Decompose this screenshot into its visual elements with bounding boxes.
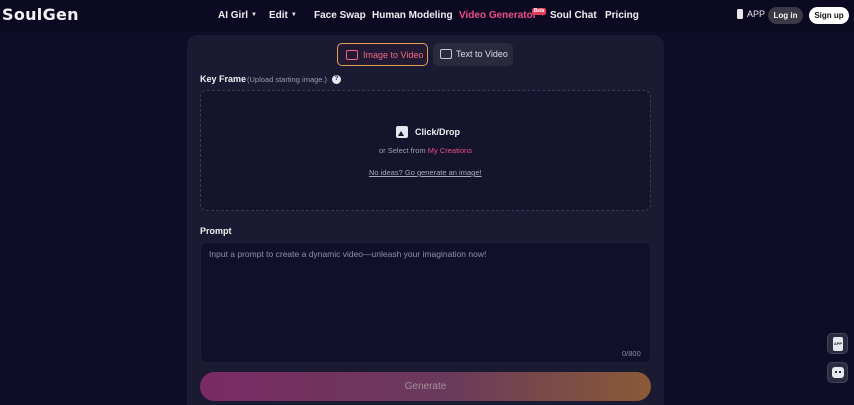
- app-phone-icon: APP: [833, 337, 843, 351]
- prompt-input[interactable]: [200, 242, 651, 363]
- chevron-down-icon: ▼: [290, 12, 297, 18]
- upload-label[interactable]: Click/Drop: [415, 127, 460, 137]
- soulgen-logo[interactable]: SoulGen: [2, 5, 79, 24]
- image-video-icon: [346, 50, 358, 60]
- tab-image-to-video[interactable]: Image to Video: [337, 43, 428, 66]
- tab-text-to-video[interactable]: Text to Video: [433, 43, 513, 66]
- phone-icon: [737, 9, 743, 19]
- floating-app-button[interactable]: APP: [827, 333, 848, 354]
- tab-image-to-video-label: Image to Video: [363, 50, 424, 60]
- beta-badge: Beta: [532, 8, 546, 15]
- nav-edit-label: Edit: [269, 10, 288, 21]
- signup-button[interactable]: Sign up: [809, 7, 849, 24]
- help-icon[interactable]: ?: [332, 75, 341, 84]
- nav-ai-girl[interactable]: AI Girl ▼: [218, 10, 257, 21]
- top-nav-bar: SoulGen AI Girl ▼ Edit ▼ Face Swap Human M…: [0, 0, 854, 32]
- generate-image-link[interactable]: No ideas? Go generate an image!: [369, 168, 482, 177]
- generate-button[interactable]: Generate: [200, 372, 651, 401]
- nav-soul-chat[interactable]: Soul Chat: [550, 10, 597, 21]
- nav-ai-girl-label: AI Girl: [218, 10, 249, 21]
- key-frame-hint: (Upload starting image.): [247, 75, 328, 84]
- nav-pricing[interactable]: Pricing: [605, 10, 639, 21]
- nav-edit[interactable]: Edit ▼: [269, 10, 297, 21]
- chevron-down-icon: ▼: [251, 12, 257, 18]
- floating-chat-button[interactable]: [827, 362, 848, 383]
- key-frame-label: Key Frame: [200, 74, 247, 84]
- app-download-link[interactable]: APP: [737, 9, 765, 19]
- select-prefix: or Select from: [379, 146, 428, 155]
- chat-bot-icon: [832, 367, 844, 378]
- prompt-placeholder: Input a prompt to create a dynamic video…: [209, 249, 487, 259]
- upload-image-icon: [396, 126, 408, 138]
- nav-face-swap[interactable]: Face Swap: [314, 10, 366, 21]
- nav-video-generator-label: Video Generator: [459, 10, 537, 21]
- login-button[interactable]: Log in: [768, 7, 803, 24]
- tab-text-to-video-label: Text to Video: [456, 49, 508, 59]
- character-counter: 0/800: [622, 349, 641, 358]
- app-link-label: APP: [747, 9, 766, 19]
- my-creations-link[interactable]: My Creations: [428, 146, 472, 155]
- nav-human-modeling[interactable]: Human Modeling: [372, 10, 453, 21]
- text-video-icon: [440, 49, 452, 59]
- prompt-label: Prompt: [200, 226, 232, 236]
- select-from-creations: or Select from My Creations: [379, 146, 472, 155]
